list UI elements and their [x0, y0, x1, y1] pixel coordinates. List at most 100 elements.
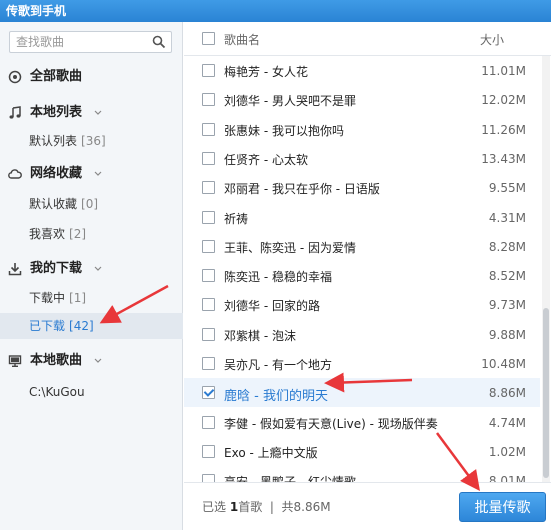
music-note-icon [9, 106, 21, 119]
song-size: 10.48M [481, 357, 526, 371]
song-name: 任贤齐 - 心太软 [224, 152, 308, 167]
sidebar-item-default-favorites[interactable]: 默认收藏 [0] [0, 191, 183, 217]
song-size: 13.43M [481, 151, 526, 166]
song-row[interactable]: 吴亦凡 - 有一个地方 10.48M [184, 349, 540, 378]
chevron-down-icon[interactable] [94, 265, 102, 273]
selection-summary: 已选 1首歌 | 共8.86M [202, 500, 331, 514]
search-icon[interactable] [152, 35, 166, 49]
sidebar-item-count: [1] [69, 291, 87, 305]
song-row[interactable]: 梅艳芳 - 女人花 11.01M [184, 56, 540, 85]
song-row[interactable]: 李健 - 假如爱有天意(Live) - 现场版伴奏 4.74M [184, 408, 540, 437]
sidebar-item-default-list[interactable]: 默认列表 [36] [0, 128, 183, 154]
total-size: 8.86M [293, 500, 331, 514]
song-row[interactable]: 任贤齐 - 心太软 13.43M [184, 144, 540, 173]
song-row[interactable]: 祈祷 4.31M [184, 203, 540, 232]
total-prefix: 共 [281, 500, 294, 514]
song-checkbox[interactable] [202, 239, 215, 253]
song-checkbox[interactable] [202, 181, 215, 195]
scrollbar-thumb[interactable] [543, 308, 549, 478]
song-checkbox[interactable] [202, 444, 215, 458]
sidebar-item-downloading[interactable]: 下载中 [1] [0, 285, 183, 311]
sidebar-item-downloaded[interactable]: 已下载 [42] [0, 313, 183, 339]
song-row[interactable]: 邓紫棋 - 泡沫 9.88M [184, 320, 540, 349]
song-size: 9.88M [488, 327, 526, 342]
song-size: 4.31M [488, 210, 526, 225]
sidebar-group-online-favorites[interactable]: 网络收藏 [0, 163, 183, 185]
sidebar-item-label: 已下载 [29, 319, 66, 333]
song-checkbox[interactable] [202, 298, 215, 312]
sidebar-item-count: [2] [69, 227, 87, 241]
sidebar: 全部歌曲 本地列表 默认列表[36] 网络收藏 默认收藏[0] 我喜欢[2] [0, 22, 183, 530]
sidebar-group-local-list[interactable]: 本地列表 [0, 102, 183, 124]
sidebar-group-label: 本地歌曲 [30, 353, 83, 368]
song-size: 8.01M [488, 474, 526, 482]
song-row[interactable]: 王菲、陈奕迅 - 因为爱情 8.28M [184, 232, 540, 261]
song-name: 吴亦凡 - 有一个地方 [224, 358, 332, 372]
sidebar-group-label: 我的下载 [30, 261, 83, 276]
song-size: 9.55M [488, 181, 526, 196]
column-header-size[interactable]: 大小 [480, 31, 504, 48]
sidebar-item-label: 默认列表 [29, 134, 78, 148]
song-checkbox[interactable] [202, 151, 215, 165]
song-size: 12.02M [481, 93, 526, 108]
sidebar-group-label: 本地列表 [30, 105, 83, 120]
search-box[interactable] [9, 31, 172, 53]
song-name: 鹿晗 - 我们的明天 [224, 389, 328, 405]
chevron-down-icon[interactable] [94, 357, 102, 365]
song-name: 高安、黑鸭子 - 红尘情歌 [224, 473, 356, 482]
song-checkbox[interactable] [202, 386, 215, 400]
song-row[interactable]: 张惠妹 - 我可以抱你吗 11.26M [184, 115, 540, 144]
window-title: 传歌到手机 [0, 0, 551, 22]
song-panel: 歌曲名 大小 梅艳芳 - 女人花 11.01M 刘德华 - 男人哭吧不是罪 12.02… [184, 22, 551, 530]
sidebar-item-label: 下载中 [29, 291, 66, 305]
song-name: 李健 - 假如爱有天意(Live) - 现场版伴奏 [224, 416, 438, 431]
song-row[interactable]: 陈奕迅 - 稳稳的幸福 8.52M [184, 261, 540, 290]
sidebar-group-local-songs[interactable]: 本地歌曲 [0, 350, 183, 372]
song-name: 张惠妹 - 我可以抱你吗 [224, 123, 344, 138]
scrollbar[interactable] [542, 56, 550, 482]
song-checkbox[interactable] [202, 64, 215, 77]
song-row[interactable]: 邓丽君 - 我只在乎你 - 日语版 9.55M [184, 173, 540, 202]
column-header-name[interactable]: 歌曲名 [224, 31, 260, 48]
song-row[interactable]: 高安、黑鸭子 - 红尘情歌 8.01M [184, 466, 540, 482]
song-name: 刘德华 - 男人哭吧不是罪 [224, 94, 356, 109]
song-checkbox[interactable] [202, 415, 215, 429]
song-checkbox[interactable] [202, 327, 215, 341]
batch-transfer-button[interactable]: 批量传歌 [459, 492, 546, 522]
song-list-header: 歌曲名 大小 [184, 22, 551, 56]
song-checkbox[interactable] [202, 122, 215, 136]
select-all-checkbox[interactable] [202, 32, 215, 45]
footer-bar: 已选 1首歌 | 共8.86M 批量传歌 [184, 482, 551, 530]
song-row[interactable]: 鹿晗 - 我们的明天 8.86M [184, 378, 540, 408]
chevron-down-icon[interactable] [94, 170, 102, 178]
song-name: 邓紫棋 - 泡沫 [224, 328, 296, 343]
sidebar-group-all-songs[interactable]: 全部歌曲 [0, 66, 183, 88]
song-row[interactable]: Exo - 上瘾中文版 1.02M [184, 437, 540, 466]
song-size: 8.28M [488, 239, 526, 254]
song-name: Exo - 上瘾中文版 [224, 445, 318, 460]
song-size: 1.02M [488, 444, 526, 459]
sidebar-item-count: [36] [81, 134, 106, 148]
sidebar-item-label: 我喜欢 [29, 227, 66, 241]
song-checkbox[interactable] [202, 474, 215, 482]
song-list: 梅艳芳 - 女人花 11.01M 刘德华 - 男人哭吧不是罪 12.02M 张惠妹 - … [184, 56, 540, 482]
song-row[interactable]: 刘德华 - 回家的路 9.73M [184, 290, 540, 319]
sidebar-item-kugou-folder[interactable]: C:\KuGou [0, 379, 183, 405]
sidebar-item-count: [0] [81, 197, 99, 211]
song-checkbox[interactable] [202, 357, 215, 370]
song-size: 8.86M [488, 386, 526, 401]
song-size: 11.01M [481, 64, 526, 78]
song-checkbox[interactable] [202, 93, 215, 107]
selected-suffix: 首歌 [238, 500, 263, 514]
song-row[interactable]: 刘德华 - 男人哭吧不是罪 12.02M [184, 85, 540, 114]
selected-prefix: 已选 [202, 500, 227, 514]
download-icon [8, 263, 22, 276]
sidebar-group-label: 全部歌曲 [30, 69, 83, 84]
song-size: 11.26M [481, 122, 526, 137]
sidebar-item-my-likes[interactable]: 我喜欢 [2] [0, 221, 183, 247]
search-input[interactable] [10, 32, 148, 52]
song-checkbox[interactable] [202, 210, 215, 224]
chevron-down-icon[interactable] [94, 109, 102, 117]
song-checkbox[interactable] [202, 269, 215, 283]
sidebar-group-my-downloads[interactable]: 我的下载 [0, 258, 183, 280]
